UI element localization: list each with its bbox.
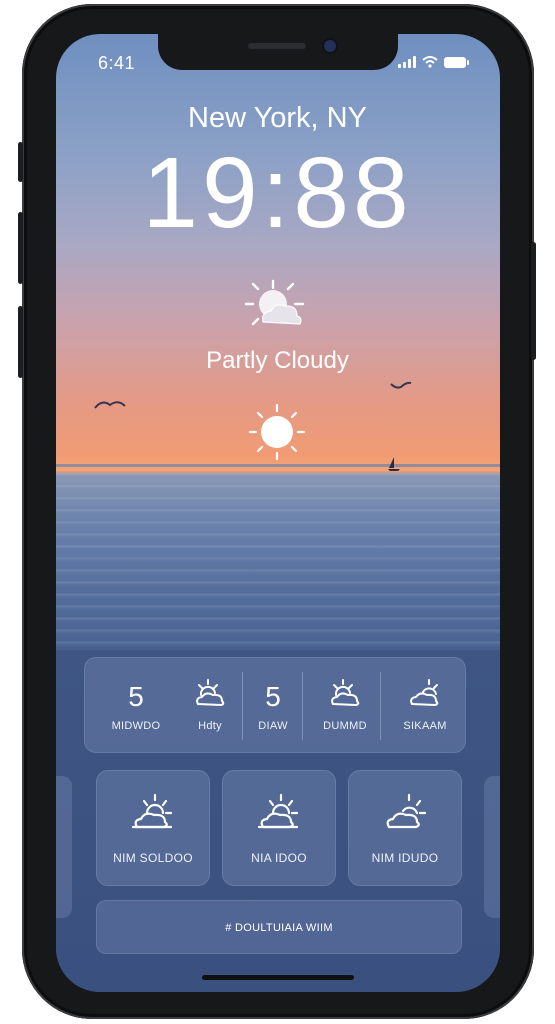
- cloud-sun-icon: [257, 793, 299, 829]
- bottom-info-bar[interactable]: # DOULTUIAIA WIIM: [96, 900, 462, 954]
- forecast-value: 5: [265, 681, 281, 712]
- forecast-label: DUMMD: [323, 720, 367, 732]
- forecast-item[interactable]: DUMMD: [305, 658, 385, 754]
- status-time: 6:41: [98, 53, 136, 73]
- cellular-signal-icon: [398, 56, 416, 68]
- earpiece-speaker: [248, 43, 306, 49]
- power-button[interactable]: [531, 242, 536, 360]
- forecast-divider: [380, 672, 381, 740]
- previous-page-tile[interactable]: [56, 776, 72, 918]
- notch: [158, 34, 398, 70]
- cloud-sun-icon: [131, 793, 173, 829]
- location-label: New York, NY: [188, 102, 367, 134]
- forecast-widget[interactable]: 5 MIDWDO Hdty 5 DIAW DUMMD SIKAAM: [84, 657, 466, 753]
- next-page-tile[interactable]: [484, 776, 500, 918]
- forecast-label: MIDWDO: [111, 720, 161, 732]
- bird-silhouette-icon: [390, 381, 412, 389]
- tile-label: NIM SOLDOO: [113, 851, 193, 865]
- tile-label: NIA IDOO: [251, 851, 307, 865]
- wifi-icon: [422, 56, 438, 68]
- forecast-label: SIKAAM: [403, 720, 447, 732]
- battery-icon: [444, 56, 469, 68]
- horizon-line: [56, 464, 500, 467]
- home-indicator[interactable]: [202, 975, 354, 980]
- forecast-label: Hdty: [198, 720, 222, 732]
- partly-cloudy-sun-icon: [244, 279, 305, 326]
- forecast-item[interactable]: 5 DIAW: [237, 658, 309, 754]
- cloud-sun-icon: [331, 679, 360, 707]
- sea-reflection: [56, 466, 500, 651]
- forecast-label: DIAW: [258, 720, 288, 732]
- tile-label: NIM IDUDO: [371, 851, 439, 865]
- cloud-sun-icon: [410, 679, 439, 707]
- cloud-sun-icon: [196, 679, 225, 707]
- weather-tile[interactable]: NIM SOLDOO: [96, 770, 210, 886]
- bird-silhouette-icon: [94, 401, 126, 409]
- forecast-item[interactable]: Hdty: [175, 658, 245, 754]
- sailboat-icon: [388, 457, 400, 471]
- forecast-item[interactable]: 5 MIDWDO: [95, 658, 177, 754]
- forecast-item[interactable]: SIKAAM: [385, 658, 465, 754]
- forecast-divider: [302, 672, 303, 740]
- weather-tile[interactable]: NIM IDUDO: [348, 770, 462, 886]
- weather-condition: Partly Cloudy: [206, 347, 349, 374]
- front-camera: [324, 40, 336, 52]
- cloud-sun-icon: [386, 793, 427, 829]
- status-icons: [398, 56, 469, 68]
- forecast-value: 5: [128, 681, 144, 712]
- sun-icon: [248, 403, 306, 461]
- weather-tile[interactable]: NIA IDOO: [222, 770, 336, 886]
- lock-clock: 19:88: [142, 137, 413, 249]
